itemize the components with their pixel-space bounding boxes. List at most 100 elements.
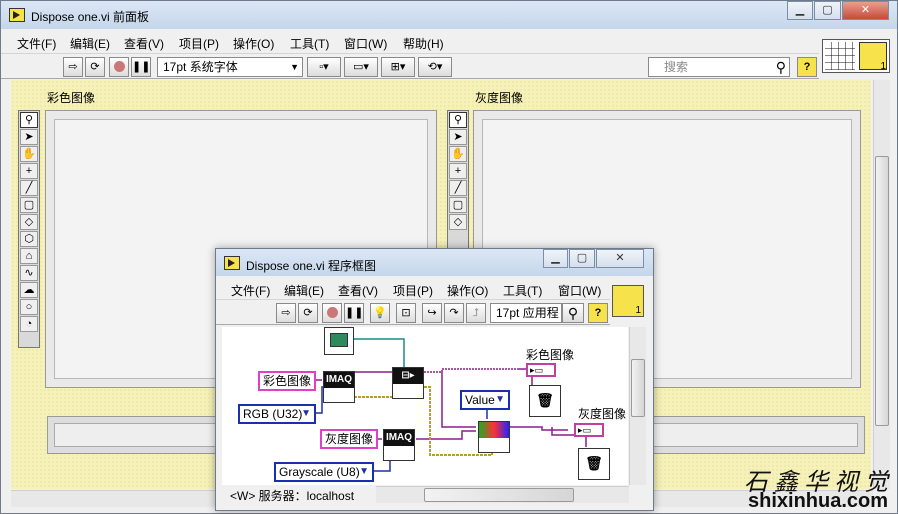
line-tool-icon[interactable]: ╱ (449, 180, 467, 196)
diagram-vertical-scrollbar[interactable] (629, 327, 646, 485)
color-image-tool-palette: ⚲ ➤ ✋ + ╱ ▢ ◇ ⬡ ⌂ ∿ ☁ ○ ◔ (18, 110, 40, 348)
point-tool-icon[interactable]: + (449, 163, 467, 179)
run-arrow-icon[interactable]: ⇨ (63, 57, 83, 77)
imaq-create-gray[interactable]: IMAQ (383, 429, 415, 461)
point-tool-icon[interactable]: + (20, 163, 38, 179)
distribute-objects-icon[interactable]: ▭▾ (344, 57, 378, 77)
rotated-rectangle-tool-icon[interactable]: ◇ (449, 214, 467, 230)
front-panel-titlebar[interactable]: Dispose one.vi 前面板 ▁ ▢ ✕ (1, 1, 897, 29)
gray-image-tool-palette: ⚲ ➤ ✋ + ╱ ▢ ◇ (447, 110, 469, 250)
menu-view[interactable]: 查看(V) (124, 35, 164, 52)
align-objects-icon[interactable]: ▫▾ (307, 57, 341, 77)
context-help-icon[interactable]: ? (588, 303, 608, 323)
zoom-tool-icon[interactable]: ⚲ (449, 112, 467, 128)
grayscale-enum-constant[interactable]: Grayscale (U8) ▼ (274, 462, 374, 482)
broken-line-tool-icon[interactable]: ⌂ (20, 248, 38, 264)
color-image-constant[interactable]: 彩色图像 (258, 371, 317, 391)
rgb-enum-constant[interactable]: RGB (U32) ▼ (238, 404, 316, 424)
chevron-down-icon: ▼ (495, 394, 505, 405)
block-diagram-title: Dispose one.vi 程序框图 (246, 259, 377, 273)
connector-pane-icon[interactable]: 1 (822, 39, 890, 73)
run-continuously-icon[interactable]: ⟳ (85, 57, 105, 77)
font-selector[interactable]: 17pt 系统字体 ▼ (157, 57, 303, 77)
copy-node-glyph: ⊟▸ (393, 368, 423, 384)
maximize-button[interactable]: ▢ (814, 1, 841, 20)
menu-edit[interactable]: 编辑(E) (70, 35, 110, 52)
abort-icon[interactable] (322, 303, 342, 323)
scroll-thumb[interactable] (631, 359, 645, 417)
pointer-tool-icon[interactable]: ➤ (20, 129, 38, 145)
imaq-image-to-image[interactable]: ⊟▸ (392, 367, 424, 399)
annulus-tool-icon[interactable]: ◔ (20, 316, 38, 332)
imaq-dispose-gray[interactable]: 🗑 (578, 448, 610, 480)
imaq-create-color[interactable]: IMAQ (323, 371, 355, 403)
menu-operate[interactable]: 操作(O) (233, 35, 274, 52)
pointer-tool-icon[interactable]: ➤ (449, 129, 467, 145)
rotated-rectangle-tool-icon[interactable]: ◇ (20, 214, 38, 230)
pause-icon[interactable]: ❚❚ (131, 57, 151, 77)
highlight-execution-icon[interactable]: 💡 (370, 303, 390, 323)
step-into-icon[interactable]: ↪ (422, 303, 442, 323)
value-enum-value: Value (465, 393, 495, 407)
retain-wire-values-icon[interactable]: ⊡ (396, 303, 416, 323)
diagram-connector-pane-icon[interactable]: 1 (612, 285, 644, 317)
menu-file[interactable]: 文件(F) (231, 282, 270, 299)
context-help-icon[interactable]: ? (797, 57, 817, 77)
step-out-icon[interactable]: ⮥ (466, 303, 486, 323)
menu-project[interactable]: 项目(P) (179, 35, 219, 52)
block-diagram-titlebar[interactable]: Dispose one.vi 程序框图 ▁ ▢ ✕ (216, 249, 653, 276)
line-tool-icon[interactable]: ╱ (20, 180, 38, 196)
scroll-thumb[interactable] (875, 156, 889, 426)
scroll-thumb[interactable] (424, 488, 574, 502)
menu-window[interactable]: 窗口(W) (344, 35, 387, 52)
run-continuously-icon[interactable]: ⟳ (298, 303, 318, 323)
front-panel-toolbar: ⇨ ⟳ ❚❚ 17pt 系统字体 ▼ ▫▾ ▭▾ ⊞▾ ⟲▾ 搜索 ⚲ ? (1, 53, 819, 79)
close-button[interactable]: ✕ (842, 1, 889, 20)
search-icon[interactable]: ⚲ (776, 58, 786, 76)
grayscale-enum-value: Grayscale (U8) (279, 465, 360, 479)
gray-image-indicator-label: 灰度图像 (578, 407, 627, 421)
freehand-region-tool-icon[interactable]: ☁ (20, 282, 38, 298)
color-image-indicator[interactable]: ▸▭ (526, 363, 556, 377)
menu-operate[interactable]: 操作(O) (447, 282, 488, 299)
gray-image-constant[interactable]: 灰度图像 (320, 429, 379, 449)
image-snapshot-constant[interactable] (324, 327, 354, 355)
rectangle-tool-icon[interactable]: ▢ (449, 197, 467, 213)
minimize-button[interactable]: ▁ (787, 1, 813, 20)
close-button[interactable]: ✕ (596, 249, 644, 268)
pause-icon[interactable]: ❚❚ (344, 303, 364, 323)
menu-edit[interactable]: 编辑(E) (284, 282, 324, 299)
abort-icon[interactable] (109, 57, 129, 77)
front-panel-menubar: 文件(F) 编辑(E) 查看(V) 项目(P) 操作(O) 工具(T) 窗口(W… (1, 32, 897, 52)
pan-tool-icon[interactable]: ✋ (449, 146, 467, 162)
imaq-extract-color-planes[interactable] (478, 421, 510, 453)
gray-image-indicator[interactable]: ▸▭ (574, 423, 604, 437)
value-enum-constant[interactable]: Value ▼ (460, 390, 510, 410)
search-box[interactable]: 搜索 ⚲ (648, 57, 790, 77)
menu-help[interactable]: 帮助(H) (403, 35, 444, 52)
pan-tool-icon[interactable]: ✋ (20, 146, 38, 162)
front-panel-vertical-scrollbar[interactable] (873, 80, 890, 489)
search-icon[interactable]: ⚲ (562, 303, 584, 323)
font-selector[interactable]: 17pt 应用程 (490, 303, 562, 323)
polygon-tool-icon[interactable]: ⬡ (20, 231, 38, 247)
maximize-button[interactable]: ▢ (569, 249, 595, 268)
menu-project[interactable]: 项目(P) (393, 282, 433, 299)
rectangle-tool-icon[interactable]: ▢ (20, 197, 38, 213)
imaq-dispose-color[interactable]: 🗑 (529, 385, 561, 417)
menu-file[interactable]: 文件(F) (17, 35, 56, 52)
menu-tools[interactable]: 工具(T) (290, 35, 329, 52)
oval-tool-icon[interactable]: ○ (20, 299, 38, 315)
menu-tools[interactable]: 工具(T) (503, 282, 542, 299)
reorder-icon[interactable]: ⟲▾ (418, 57, 452, 77)
resize-objects-icon[interactable]: ⊞▾ (381, 57, 415, 77)
menu-view[interactable]: 查看(V) (338, 282, 378, 299)
freehand-tool-icon[interactable]: ∿ (20, 265, 38, 281)
block-diagram-menubar: 文件(F) 编辑(E) 查看(V) 项目(P) 操作(O) 工具(T) 窗口(W… (216, 279, 606, 299)
run-arrow-icon[interactable]: ⇨ (276, 303, 296, 323)
diagram-horizontal-scrollbar[interactable] (376, 486, 629, 503)
minimize-button[interactable]: ▁ (543, 249, 568, 268)
zoom-tool-icon[interactable]: ⚲ (20, 112, 38, 128)
menu-window[interactable]: 窗口(W) (558, 282, 601, 299)
step-over-icon[interactable]: ↷ (444, 303, 464, 323)
